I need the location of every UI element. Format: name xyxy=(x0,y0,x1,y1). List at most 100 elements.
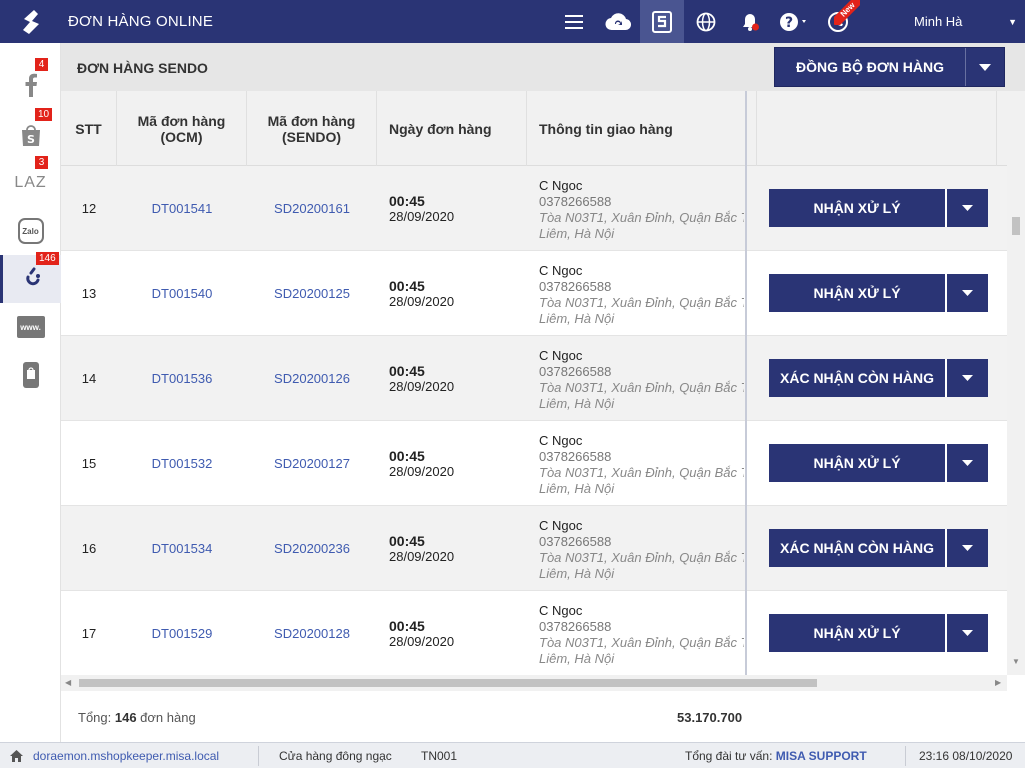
cloud-sync-icon[interactable] xyxy=(596,0,640,43)
app-logo-icon[interactable] xyxy=(0,0,62,43)
vertical-scrollbar[interactable]: ▼ xyxy=(1007,91,1025,675)
menu-icon[interactable] xyxy=(552,0,596,43)
status-bar: doraemon.mshopkeeper.misa.local Cửa hàng… xyxy=(0,742,1025,768)
home-icon[interactable] xyxy=(10,743,23,768)
cell-sendo-order-link[interactable]: SD20200126 xyxy=(247,336,377,421)
column-header-sendo[interactable]: Mã đơn hàng (SENDO) xyxy=(247,91,377,166)
cell-ocm-order-link[interactable]: DT001536 xyxy=(117,336,247,421)
cell-sendo-order-link[interactable]: SD20200127 xyxy=(247,421,377,506)
status-divider xyxy=(258,746,259,766)
chevron-down-icon[interactable] xyxy=(947,529,988,567)
order-action-button[interactable]: NHẬN XỬ LÝ xyxy=(769,614,988,652)
column-header-sendo-line1: Mã đơn hàng xyxy=(267,112,356,129)
total-amount: 53.170.700 xyxy=(677,710,743,725)
cell-sendo-order-link[interactable]: SD20200236 xyxy=(247,506,377,591)
sidebar-item-sendo[interactable]: 146 xyxy=(0,252,61,303)
column-header-ocm-line1: Mã đơn hàng xyxy=(137,112,226,129)
sendo-channel-icon[interactable] xyxy=(640,0,684,43)
chevron-down-icon[interactable] xyxy=(947,189,988,227)
cell-sendo-order-link[interactable]: SD20200128 xyxy=(247,591,377,675)
sidebar-item-shopee[interactable]: S 10 xyxy=(0,108,61,159)
order-action-label: NHẬN XỬ LÝ xyxy=(813,285,901,301)
sidebar-item-website[interactable]: www. xyxy=(0,303,61,351)
table-row[interactable]: 15 DT001532 SD20200127 00:45 28/09/2020 C Ngo… xyxy=(61,421,1007,506)
table-row[interactable]: 17 DT001529 SD20200128 00:45 28/09/2020 C Ngo… xyxy=(61,591,1007,675)
cell-shipping-info: C Ngoc 0378266588 Tòa N03T1, Xuân Đỉnh, Qu… xyxy=(539,166,744,251)
order-time: 00:45 xyxy=(389,532,425,549)
order-time: 00:45 xyxy=(389,362,425,379)
table-header: STT Mã đơn hàng (OCM) Mã đơn hàng (SENDO… xyxy=(61,91,1007,166)
orders-table: STT Mã đơn hàng (OCM) Mã đơn hàng (SENDO… xyxy=(61,91,1007,675)
support-link[interactable]: MISA SUPPORT xyxy=(776,749,867,763)
chevron-down-icon[interactable] xyxy=(947,359,988,397)
top-bar: ĐƠN HÀNG ONLINE ? New Minh Hà ▼ xyxy=(0,0,1025,43)
sidebar-item-lazada[interactable]: LAZ 3 xyxy=(0,156,61,207)
chevron-down-icon[interactable] xyxy=(947,444,988,482)
app-title: ĐƠN HÀNG ONLINE xyxy=(68,13,214,30)
chevron-down-icon[interactable] xyxy=(947,614,988,652)
scroll-right-arrow-icon[interactable]: ▶ xyxy=(995,678,1001,687)
support-phone-icon[interactable]: New xyxy=(816,0,860,43)
cell-ocm-order-link[interactable]: DT001529 xyxy=(117,591,247,675)
zalo-icon: Zalo xyxy=(17,218,44,244)
customer-address: Tòa N03T1, Xuân Đỉnh, Quận Bắc Từ Liêm, … xyxy=(539,635,744,666)
customer-name: C Ngoc xyxy=(539,263,583,278)
chevron-down-icon[interactable] xyxy=(947,274,988,312)
store-code: TN001 xyxy=(421,749,458,763)
sidebar-item-zalo[interactable]: Zalo xyxy=(0,207,61,255)
order-action-button[interactable]: XÁC NHẬN CÒN HÀNG xyxy=(769,359,988,397)
help-icon[interactable]: ? xyxy=(772,0,816,43)
cell-stt: 15 xyxy=(81,456,97,471)
cell-sendo-order-link[interactable]: SD20200125 xyxy=(247,251,377,336)
cell-ocm-order-link[interactable]: DT001541 xyxy=(117,166,247,251)
scroll-down-arrow-icon[interactable]: ▼ xyxy=(1012,657,1020,666)
table-row[interactable]: 16 DT001534 SD20200236 00:45 28/09/2020 C Ngo… xyxy=(61,506,1007,591)
vertical-scroll-thumb[interactable] xyxy=(1012,217,1020,235)
total-suffix: đơn hàng xyxy=(136,710,196,725)
user-menu[interactable]: Minh Hà ▼ xyxy=(900,0,1025,43)
cell-shipping-info: C Ngoc 0378266588 Tòa N03T1, Xuân Đỉnh, Qu… xyxy=(539,506,744,591)
sync-orders-button[interactable]: ĐỒNG BỘ ĐƠN HÀNG xyxy=(774,47,1005,87)
customer-address: Tòa N03T1, Xuân Đỉnh, Quận Bắc Từ Liêm, … xyxy=(539,380,744,411)
store-name: Cửa hàng đông ngạc xyxy=(279,749,392,763)
column-header-date[interactable]: Ngày đơn hàng xyxy=(377,91,527,166)
order-date: 28/09/2020 xyxy=(389,293,455,309)
cell-ocm-order-link[interactable]: DT001540 xyxy=(117,251,247,336)
cell-ocm-order-link[interactable]: DT001534 xyxy=(117,506,247,591)
svg-text:?: ? xyxy=(785,15,793,31)
customer-address: Tòa N03T1, Xuân Đỉnh, Quận Bắc Từ Liêm, … xyxy=(539,210,744,241)
sidebar-badge: 4 xyxy=(35,58,48,71)
order-action-button[interactable]: XÁC NHẬN CÒN HÀNG xyxy=(769,529,988,567)
order-action-button[interactable]: NHẬN XỬ LÝ xyxy=(769,189,988,227)
sidebar-item-facebook[interactable]: 4 xyxy=(0,58,61,109)
column-header-shipping-info[interactable]: Thông tin giao hàng xyxy=(527,91,757,166)
column-header-stt[interactable]: STT xyxy=(61,91,117,166)
notification-bell-icon[interactable] xyxy=(728,0,772,43)
cell-stt: 16 xyxy=(81,541,97,556)
table-row[interactable]: 14 DT001536 SD20200126 00:45 28/09/2020 C Ngo… xyxy=(61,336,1007,421)
order-date: 28/09/2020 xyxy=(389,378,455,394)
order-date: 28/09/2020 xyxy=(389,463,455,479)
customer-name: C Ngoc xyxy=(539,348,583,363)
order-action-button[interactable]: NHẬN XỬ LÝ xyxy=(769,274,988,312)
horizontal-scroll-thumb[interactable] xyxy=(79,679,817,687)
cell-sendo-order-link[interactable]: SD20200161 xyxy=(247,166,377,251)
cell-order-date: 00:45 28/09/2020 xyxy=(389,336,519,421)
order-action-button[interactable]: NHẬN XỬ LÝ xyxy=(769,444,988,482)
chevron-down-icon[interactable] xyxy=(966,48,1004,86)
scroll-left-arrow-icon[interactable]: ◀ xyxy=(65,678,71,687)
table-row[interactable]: 12 DT001541 SD20200161 00:45 28/09/2020 C Ngo… xyxy=(61,166,1007,251)
website-label: www. xyxy=(20,322,41,332)
customer-phone: 0378266588 xyxy=(539,534,612,549)
page-header: ĐƠN HÀNG SENDO ĐỒNG BỘ ĐƠN HÀNG xyxy=(61,43,1025,91)
order-action-label: XÁC NHẬN CÒN HÀNG xyxy=(780,540,934,556)
horizontal-scrollbar[interactable]: ◀ ▶ xyxy=(61,675,1007,691)
order-action-label: NHẬN XỬ LÝ xyxy=(813,625,901,641)
column-header-ocm[interactable]: Mã đơn hàng (OCM) xyxy=(117,91,247,166)
sidebar-item-mobile-app[interactable] xyxy=(0,351,61,399)
cell-ocm-order-link[interactable]: DT001532 xyxy=(117,421,247,506)
table-row[interactable]: 13 DT001540 SD20200125 00:45 28/09/2020 C Ngo… xyxy=(61,251,1007,336)
globe-icon[interactable] xyxy=(684,0,728,43)
cell-order-date: 00:45 28/09/2020 xyxy=(389,591,519,675)
sidebar-badge: 10 xyxy=(35,108,53,121)
